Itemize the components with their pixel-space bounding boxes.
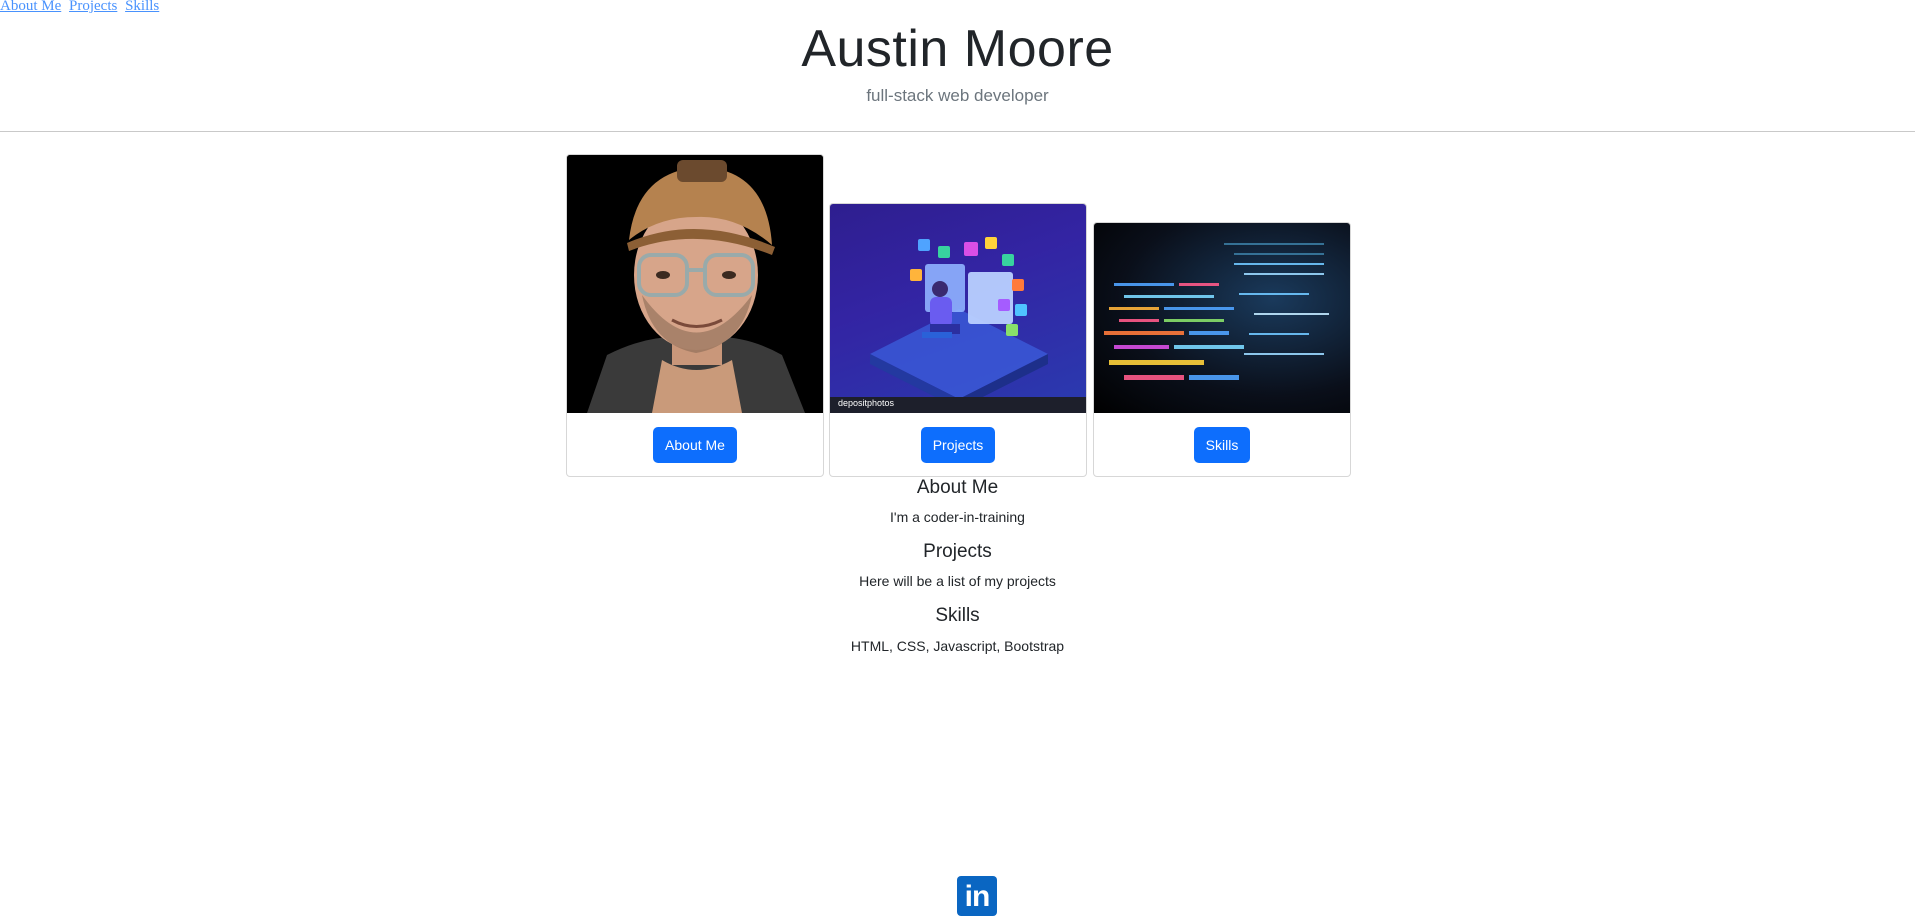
section-skills-title: Skills (935, 605, 980, 626)
section-about-me-text: I'm a coder-in-training (890, 509, 1025, 525)
nav-link-skills[interactable]: Skills (125, 0, 159, 14)
watermark-strip: depositphotos (830, 397, 1086, 413)
linkedin-icon[interactable]: in (957, 876, 997, 916)
section-about-me-title: About Me (916, 477, 999, 498)
projects-button[interactable]: Projects (920, 426, 996, 463)
card-skills-body: Skills (1094, 413, 1350, 476)
top-nav: About Me Projects Skills (0, 0, 163, 15)
developer-illustration: depositphotos (830, 204, 1086, 413)
about-me-button[interactable]: About Me (653, 426, 737, 463)
linkedin-glyph: in (964, 880, 991, 913)
section-skills-text: HTML, CSS, Javascript, Bootstrap (850, 638, 1065, 654)
portrait-photo (567, 155, 823, 413)
watermark-text: depositphotos (838, 398, 895, 408)
card-projects-body: Projects (830, 413, 1086, 476)
page-title: Austin Moore (801, 20, 1114, 78)
skills-button[interactable]: Skills (1193, 426, 1251, 463)
nav-link-about-me[interactable]: About Me (0, 0, 61, 14)
card-about-me: About Me (566, 154, 824, 477)
nav-link-projects[interactable]: Projects (69, 0, 117, 14)
code-screen-photo (1094, 223, 1350, 413)
card-projects: depositphotos Projects (829, 203, 1087, 477)
card-skills: Skills (1093, 222, 1351, 477)
page-subtitle: full-stack web developer (866, 86, 1049, 105)
section-projects-title: Projects (923, 541, 992, 562)
header-divider (0, 131, 1915, 132)
card-about-me-body: About Me (567, 413, 823, 476)
section-projects-text: Here will be a list of my projects (859, 573, 1056, 589)
